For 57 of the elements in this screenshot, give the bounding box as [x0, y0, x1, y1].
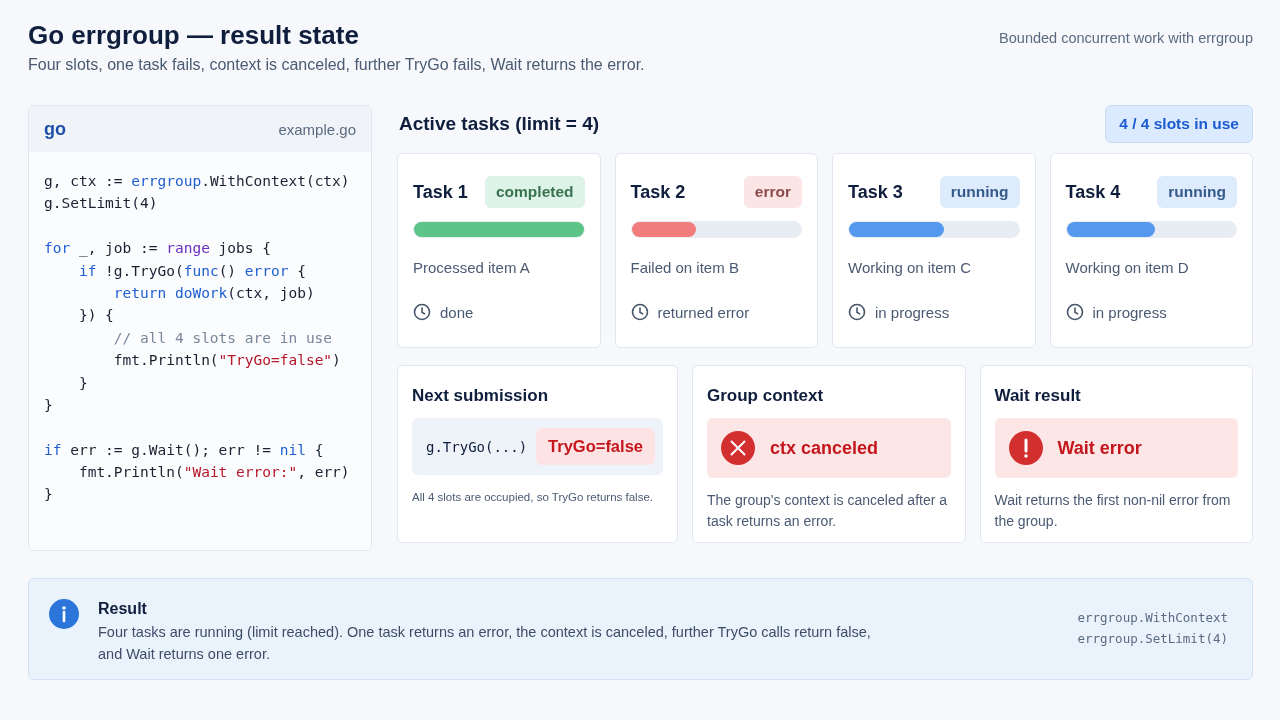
- task-note: done: [440, 303, 474, 321]
- api-name: errgroup.WithContext: [1077, 609, 1228, 627]
- page-subtitle: Four slots, one task fails, context is canceled, further TryGo fails, Wait returns the error.: [28, 56, 645, 74]
- code-line: fmt.Println("Wait error:", err): [77, 463, 351, 483]
- task-name: Task 2: [630, 181, 686, 203]
- card-title: Wait result: [994, 386, 1082, 406]
- page-tagline: Bounded concurrent work with errgroup: [999, 30, 1253, 46]
- slots-badge: 4 / 4 slots in use: [1105, 104, 1253, 143]
- clock-icon: [848, 303, 866, 321]
- task-note: in progress: [1092, 303, 1167, 321]
- code-line: g, ctx := errgroup.WithContext(ctx): [44, 172, 351, 191]
- cross-circle-icon: [721, 431, 755, 465]
- result-badge: TryGo=false: [536, 428, 655, 465]
- api-name: errgroup.SetLimit(4): [1077, 630, 1228, 648]
- clock-icon: [413, 303, 431, 321]
- alert-text: Wait error: [1057, 437, 1142, 459]
- code-line: }: [77, 373, 89, 393]
- status-badge: error: [743, 176, 802, 208]
- clock-icon: [1065, 303, 1084, 321]
- clock-icon: [630, 303, 649, 321]
- status-badge: running: [939, 176, 1020, 208]
- task-name: Task 1: [413, 181, 468, 203]
- task-detail: Working on item D: [1065, 259, 1190, 276]
- code-line: if err := g.Wait(); err != nil {: [44, 440, 325, 460]
- task-detail: Working on item C: [848, 259, 973, 276]
- code-line: // all 4 slots are in use: [112, 328, 334, 348]
- code-line: if !g.TryGo(func() error {: [77, 261, 307, 281]
- task-detail: Failed on item B: [630, 259, 740, 276]
- code-call: g.TryGo(...): [426, 438, 528, 455]
- result-text: Four tasks are running (limit reached). One task returns an error, the context is canceled, further TryGo calls return false, and Wait returns one error.: [98, 623, 872, 664]
- card-title: Group context: [707, 386, 825, 406]
- code-line: }: [44, 485, 54, 505]
- page-title: Go errgroup — result state: [28, 20, 360, 51]
- exclamation-circle-icon: [1008, 431, 1043, 465]
- alert-text: ctx canceled: [770, 437, 879, 459]
- code-line: for _, job := range jobs {: [44, 239, 272, 259]
- code-line: return doWork(ctx, job): [112, 283, 316, 303]
- code-line: g.SetLimit(4): [44, 194, 159, 214]
- card-description: Wait returns the first non-nil error from the group.: [994, 491, 1232, 531]
- task-name: Task 3: [848, 181, 903, 203]
- card-title: Next submission: [412, 386, 550, 406]
- code-filename: example.go: [278, 120, 356, 138]
- code-line: }: [44, 395, 54, 415]
- card-description: The group's context is canceled after a task returns an error.: [707, 491, 949, 531]
- task-name: Task 4: [1065, 181, 1121, 203]
- info-icon: [49, 599, 79, 629]
- task-detail: Processed item A: [413, 259, 531, 276]
- task-note: returned error: [657, 303, 750, 321]
- task-note: in progress: [875, 303, 950, 321]
- status-badge: running: [1157, 176, 1237, 208]
- result-title: Result: [98, 600, 148, 618]
- code-language: go: [44, 118, 66, 140]
- status-badge: completed: [485, 176, 585, 208]
- section-title: Active tasks (limit = 4): [399, 112, 600, 135]
- card-description: All 4 slots are occupied, so TryGo returns false.: [412, 490, 654, 505]
- code-line: }) {: [77, 306, 115, 326]
- code-line: fmt.Println("TryGo=false"): [112, 351, 342, 371]
